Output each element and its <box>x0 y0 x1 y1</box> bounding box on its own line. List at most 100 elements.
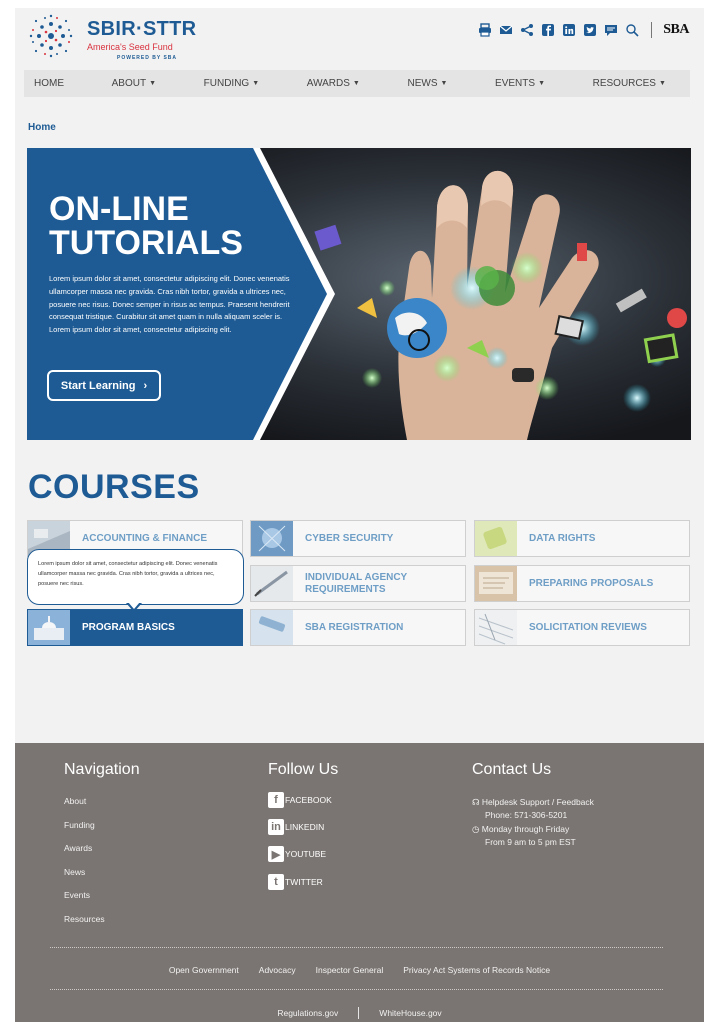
main-nav: HOME ABOUT ▼ FUNDING ▼ AWARDS ▼ NEWS ▼ EVENT… <box>24 70 690 97</box>
clock-icon: ◷ <box>472 824 482 834</box>
social-label: YOUTUBE <box>285 849 327 859</box>
course-data-rights[interactable]: DATA RIGHTS <box>474 520 690 557</box>
social-linkedin-link[interactable]: in LINKEDIN <box>268 819 324 835</box>
footer-link-open-government[interactable]: Open Government <box>169 965 239 975</box>
footer-divider <box>50 989 663 990</box>
brand-tagline: America's Seed Fund <box>87 42 173 52</box>
caret-down-icon: ▼ <box>658 80 666 87</box>
site-logo[interactable]: SBIR·STTR America's Seed Fund POWERED BY… <box>27 12 197 66</box>
course-thumbnail <box>251 610 293 645</box>
hero-title-line1: ON-LINE <box>49 190 189 228</box>
caret-down-icon: ▼ <box>252 80 260 87</box>
youtube-icon: ▶ <box>268 846 284 862</box>
social-youtube-link[interactable]: ▶ YOUTUBE <box>268 846 326 862</box>
share-icon[interactable] <box>519 22 535 38</box>
social-label: LINKEDIN <box>285 822 325 832</box>
nav-item-label: AWARDS <box>306 78 350 89</box>
social-facebook-link[interactable]: f FACEBOOK <box>268 792 332 808</box>
contact-days-text: Monday through Friday <box>481 824 570 834</box>
hero-title-line2: TUTORIALS <box>49 224 243 262</box>
nav-item-label: HOME <box>34 78 64 89</box>
chevron-right-icon: › <box>143 379 148 392</box>
course-cyber-security[interactable]: CYBER SECURITY <box>250 520 466 557</box>
hero-description: Lorem ipsum dolor sit amet, consectetur … <box>49 274 290 334</box>
course-solicitation-reviews[interactable]: SOLICITATION REVIEWS <box>474 609 690 646</box>
linkedin-icon: in <box>268 819 284 835</box>
footer-link-privacy-act[interactable]: Privacy Act Systems of Records Notice <box>403 965 550 975</box>
caret-down-icon: ▼ <box>538 80 545 87</box>
footer-link-resources[interactable]: Resources <box>64 914 105 924</box>
course-thumbnail <box>475 521 517 556</box>
social-label: TWITTER <box>285 877 323 887</box>
footer-link-advocacy[interactable]: Advocacy <box>259 965 296 975</box>
site-footer: Navigation About Funding Awards News Eve… <box>15 743 704 1022</box>
contact-phone: Phone: 571-306-5201 <box>485 810 568 820</box>
caret-down-icon: ▼ <box>352 80 360 87</box>
print-icon[interactable] <box>477 22 493 38</box>
nav-item-awards[interactable]: AWARDS ▼ <box>307 78 360 89</box>
footer-link-news[interactable]: News <box>64 867 85 877</box>
course-sba-registration[interactable]: SBA REGISTRATION <box>250 609 466 646</box>
footer-link-events[interactable]: Events <box>64 890 90 900</box>
footer-divider <box>50 947 663 948</box>
course-program-basics[interactable]: PROGRAM BASICS <box>27 609 243 646</box>
nav-item-events[interactable]: EVENTS ▼ <box>495 78 545 89</box>
footer-link-awards[interactable]: Awards <box>64 843 92 853</box>
nav-item-home[interactable]: HOME <box>34 78 64 89</box>
contact-support-text[interactable]: Helpdesk Support / Feedback <box>482 797 594 807</box>
tooltip-arrow-inner <box>128 602 140 609</box>
course-label: DATA RIGHTS <box>529 532 596 544</box>
search-icon[interactable] <box>624 22 640 38</box>
link-separator <box>358 1007 360 1019</box>
nav-item-funding[interactable]: FUNDING ▼ <box>204 78 260 89</box>
course-label: PREPARING PROPOSALS <box>529 577 654 589</box>
brand-title: SBIR·STTR <box>87 18 197 40</box>
hero-title: ON-LINE TUTORIALS <box>49 192 309 260</box>
nav-item-resources[interactable]: RESOURCES ▼ <box>593 78 666 89</box>
course-preparing-proposals[interactable]: PREPARING PROPOSALS <box>474 565 690 602</box>
twitter-icon: t <box>268 874 284 890</box>
breadcrumb-home[interactable]: Home <box>28 122 56 133</box>
course-thumbnail <box>251 521 293 556</box>
course-label: SBA REGISTRATION <box>305 621 404 633</box>
nav-item-label: ABOUT <box>111 78 147 89</box>
chat-icon[interactable] <box>603 22 619 38</box>
course-tooltip: Lorem ipsum dolor sit amet, consectetur … <box>27 549 244 605</box>
site-header: SBIR·STTR America's Seed Fund POWERED BY… <box>15 8 704 70</box>
hero-banner: ON-LINE TUTORIALS Lorem ipsum dolor sit … <box>27 148 691 440</box>
nav-item-label: EVENTS <box>495 78 536 89</box>
footer-link-inspector-general[interactable]: Inspector General <box>316 965 384 975</box>
twitter-icon[interactable] <box>582 22 598 38</box>
course-thumbnail <box>475 610 517 645</box>
footer-gov-links: Regulations.gov WhiteHouse.gov <box>15 1007 704 1019</box>
courses-heading: COURSES <box>28 468 200 506</box>
mail-icon[interactable] <box>498 22 514 38</box>
nav-item-news[interactable]: NEWS ▼ <box>407 78 447 89</box>
social-label: FACEBOOK <box>285 795 332 805</box>
start-learning-button[interactable]: Start Learning › <box>47 370 161 401</box>
course-label: SOLICITATION REVIEWS <box>529 621 647 633</box>
linkedin-icon[interactable] <box>561 22 577 38</box>
nav-item-label: RESOURCES <box>592 78 656 89</box>
facebook-icon[interactable] <box>540 22 556 38</box>
brand-powered-by: POWERED BY SBA <box>117 55 178 61</box>
headset-icon: ☊ <box>472 797 482 807</box>
footer-link-funding[interactable]: Funding <box>64 820 95 830</box>
footer-navigation-title: Navigation <box>64 761 140 778</box>
contact-support: ☊ Helpdesk Support / Feedback <box>472 796 594 809</box>
sba-logo[interactable]: SBA <box>663 22 689 38</box>
course-label: INDIVIDUAL AGENCY REQUIREMENTS <box>305 571 408 595</box>
utility-toolbar: SBA <box>477 20 689 40</box>
footer-link-about[interactable]: About <box>64 796 86 806</box>
toolbar-divider <box>651 22 653 38</box>
contact-hours: From 9 am to 5 pm EST <box>485 837 576 847</box>
footer-policy-links: Open Government Advocacy Inspector Gener… <box>15 965 704 975</box>
footer-contact-title: Contact Us <box>472 761 552 778</box>
footer-follow-title: Follow Us <box>268 761 339 778</box>
social-twitter-link[interactable]: t TWITTER <box>268 874 323 890</box>
footer-link-regulations[interactable]: Regulations.gov <box>277 1008 338 1018</box>
course-individual-agency-requirements[interactable]: INDIVIDUAL AGENCY REQUIREMENTS <box>250 565 466 602</box>
course-label: CYBER SECURITY <box>305 532 394 544</box>
nav-item-about[interactable]: ABOUT ▼ <box>112 78 156 89</box>
footer-link-whitehouse[interactable]: WhiteHouse.gov <box>379 1008 441 1018</box>
